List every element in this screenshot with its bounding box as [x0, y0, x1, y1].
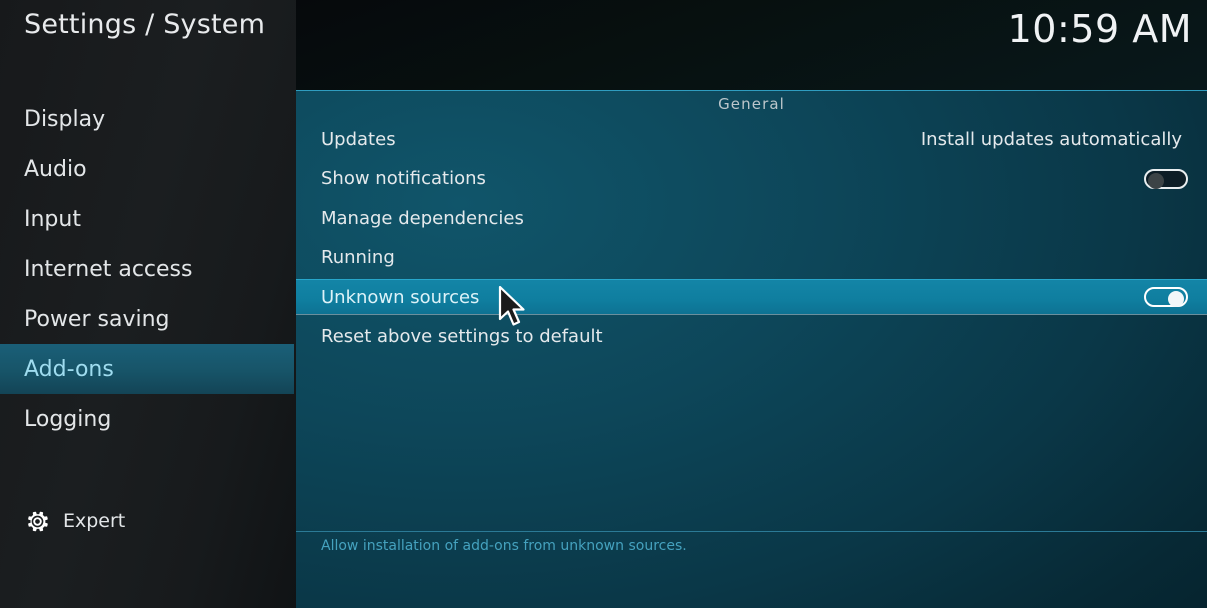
sidebar-item-label: Power saving	[24, 306, 170, 332]
page-title: Settings / System	[24, 9, 266, 40]
sidebar-item-label: Display	[24, 106, 106, 132]
settings-row-label: Manage dependencies	[321, 207, 524, 229]
toggle-switch-on[interactable]	[1144, 287, 1188, 307]
settings-row[interactable]: Updates Install updates automatically	[296, 121, 1207, 157]
sidebar-item-label: Audio	[24, 156, 87, 182]
setting-description: Allow installation of add-ons from unkno…	[321, 538, 687, 554]
toggle-switch-off[interactable]	[1144, 168, 1188, 189]
sidebar-item-label: Internet access	[24, 256, 193, 282]
settings-row[interactable]: Unknown sources	[296, 279, 1207, 315]
toggle-knob	[1148, 172, 1164, 189]
settings-row[interactable]: Running	[296, 240, 1207, 276]
kodi-settings-screen: Settings / System Display Audio Input Inter…	[0, 0, 1207, 608]
expert-level-button[interactable]: Expert	[0, 499, 294, 543]
sidebar-item-display[interactable]: Display	[0, 94, 294, 144]
sidebar-item-internet-access[interactable]: Internet access	[0, 244, 294, 294]
sidebar-item-logging[interactable]: Logging	[0, 394, 294, 444]
settings-row-label: Running	[321, 247, 395, 268]
settings-row-label: Show notifications	[321, 168, 486, 189]
section-header-general: General	[718, 95, 785, 113]
sidebar-item-label: Logging	[24, 406, 112, 432]
description-divider	[296, 531, 1207, 532]
sidebar-item-audio[interactable]: Audio	[0, 144, 294, 194]
sidebar-item-label: Input	[24, 206, 81, 232]
sidebar-item-add-ons[interactable]: Add-ons	[0, 344, 294, 394]
sidebar: Settings / System Display Audio Input Inter…	[0, 0, 296, 608]
settings-row[interactable]: Reset above settings to default	[296, 319, 1207, 355]
sidebar-item-input[interactable]: Input	[0, 194, 294, 244]
settings-row-label: Unknown sources	[321, 286, 480, 308]
header-divider	[296, 90, 1207, 91]
top-bar: 10:59 AM	[296, 0, 1207, 90]
settings-row-label: Updates	[321, 128, 396, 150]
clock: 10:59 AM	[1007, 7, 1192, 51]
settings-row-label: Reset above settings to default	[321, 326, 603, 347]
sidebar-item-label: Add-ons	[24, 356, 114, 382]
toggle-knob	[1168, 291, 1184, 307]
settings-row-value[interactable]: Install updates automatically	[921, 129, 1182, 150]
settings-row[interactable]: Show notifications	[296, 161, 1207, 197]
gear-icon	[28, 511, 48, 531]
expert-level-label: Expert	[63, 510, 126, 532]
sidebar-item-power-saving[interactable]: Power saving	[0, 294, 294, 344]
settings-row[interactable]: Manage dependencies	[296, 200, 1207, 236]
